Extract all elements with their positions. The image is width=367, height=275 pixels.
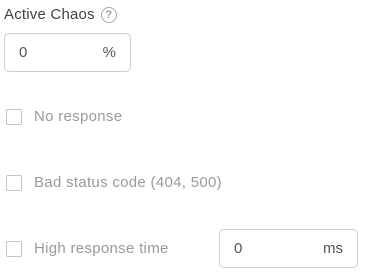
response-time-value: 0 — [234, 240, 243, 257]
response-time-input[interactable]: 0 ms — [219, 229, 358, 268]
bad-status-code-checkbox[interactable] — [6, 174, 22, 191]
question-circle-icon[interactable]: ? — [100, 6, 117, 23]
high-response-time-option[interactable]: High response time — [6, 240, 169, 257]
chaos-settings-panel: Active Chaos ? 0 % No response Bad statu… — [0, 0, 367, 275]
no-response-label: No response — [34, 108, 123, 125]
ms-unit-label: ms — [323, 240, 343, 257]
no-response-option[interactable]: No response — [6, 108, 122, 125]
no-response-checkbox[interactable] — [6, 108, 22, 125]
high-response-time-label: High response time — [34, 240, 169, 257]
high-response-time-checkbox[interactable] — [6, 240, 22, 257]
percent-unit-label: % — [102, 44, 116, 61]
active-chaos-input[interactable]: 0 % — [4, 33, 131, 72]
active-chaos-header: Active Chaos ? — [4, 3, 117, 25]
active-chaos-value: 0 — [19, 44, 28, 61]
bad-status-code-label: Bad status code (404, 500) — [34, 174, 222, 191]
bad-status-code-option[interactable]: Bad status code (404, 500) — [6, 174, 222, 191]
active-chaos-title: Active Chaos — [4, 5, 95, 23]
